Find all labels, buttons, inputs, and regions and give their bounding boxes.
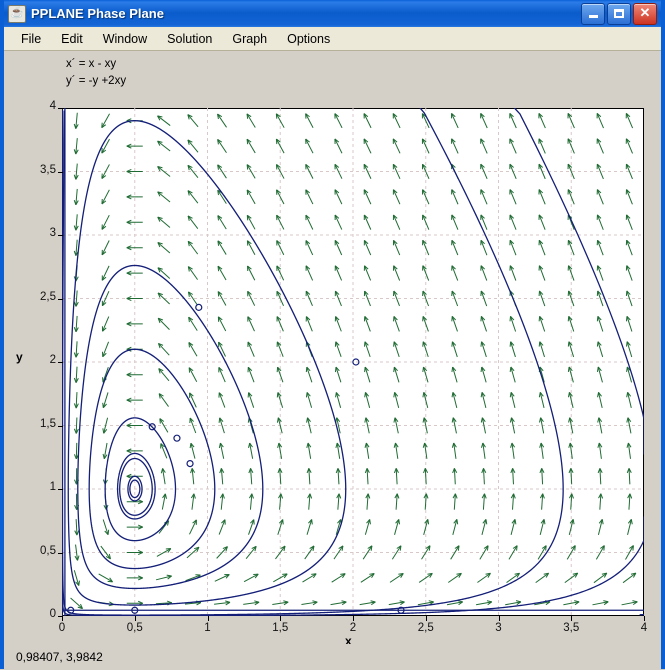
y-tick-label: 1,5	[22, 418, 56, 430]
x-tick-label: 0,5	[115, 622, 155, 634]
y-tick-label: 0	[22, 608, 56, 620]
maximize-button[interactable]	[607, 3, 631, 25]
menu-item-options[interactable]: Options	[278, 29, 339, 49]
minimize-icon	[589, 15, 598, 18]
menu-item-file[interactable]: File	[12, 29, 50, 49]
x-tick-label: 3,5	[551, 622, 591, 634]
menu-item-window[interactable]: Window	[94, 29, 156, 49]
x-tick-mark	[644, 616, 645, 621]
minimize-button[interactable]	[581, 3, 605, 25]
phase-plane-canvas[interactable]	[62, 108, 644, 616]
x-tick-mark	[426, 616, 427, 621]
y-tick-label: 1	[22, 481, 56, 493]
x-tick-mark	[499, 616, 500, 621]
menu-item-graph[interactable]: Graph	[223, 29, 276, 49]
x-tick-label: 0	[42, 622, 82, 634]
window-title: PPLANE Phase Plane	[31, 6, 581, 21]
title-bar: ☕ PPLANE Phase Plane ✕	[4, 0, 661, 27]
x-tick-mark	[571, 616, 572, 621]
y-tick-label: 4	[22, 100, 56, 112]
y-tick-label: 3	[22, 227, 56, 239]
x-tick-mark	[62, 616, 63, 621]
maximize-icon	[614, 9, 624, 18]
close-button[interactable]: ✕	[633, 3, 657, 25]
plot-content: x´ = x - xy y´ = -y +2xy 0 0,5 1 1,5 2 2,5 3 3,…	[4, 51, 661, 670]
window-controls: ✕	[581, 3, 659, 25]
x-tick-mark	[353, 616, 354, 621]
close-icon: ✕	[640, 6, 651, 19]
x-tick-mark	[208, 616, 209, 621]
x-tick-label: 3	[479, 622, 519, 634]
menu-item-edit[interactable]: Edit	[52, 29, 92, 49]
equation-y-prime: y´ = -y +2xy	[66, 73, 126, 90]
x-tick-label: 2	[333, 622, 373, 634]
application-window: ☕ PPLANE Phase Plane ✕ File Edit Window …	[0, 0, 665, 669]
y-tick-label: 0,5	[22, 545, 56, 557]
y-tick-label: 3,5	[22, 164, 56, 176]
x-tick-label: 1	[188, 622, 228, 634]
y-tick-label: 2,5	[22, 291, 56, 303]
y-tick-label: 2	[22, 354, 56, 366]
x-tick-label: 2,5	[406, 622, 446, 634]
cursor-coordinates: 0,98407, 3,9842	[4, 650, 103, 664]
y-tick-mark	[58, 616, 63, 617]
x-tick-label: 4	[624, 622, 664, 634]
phase-plane-plot[interactable]	[62, 108, 644, 616]
status-bar: 0,98407, 3,9842	[4, 644, 661, 670]
y-axis-label: y	[16, 350, 23, 364]
system-equations: x´ = x - xy y´ = -y +2xy	[66, 56, 126, 90]
menu-item-solution[interactable]: Solution	[158, 29, 221, 49]
x-tick-mark	[280, 616, 281, 621]
equation-x-prime: x´ = x - xy	[66, 56, 126, 73]
java-coffee-cup-icon: ☕	[8, 5, 26, 23]
menu-bar: File Edit Window Solution Graph Options	[4, 27, 661, 51]
x-tick-mark	[135, 616, 136, 621]
x-tick-label: 1,5	[260, 622, 300, 634]
